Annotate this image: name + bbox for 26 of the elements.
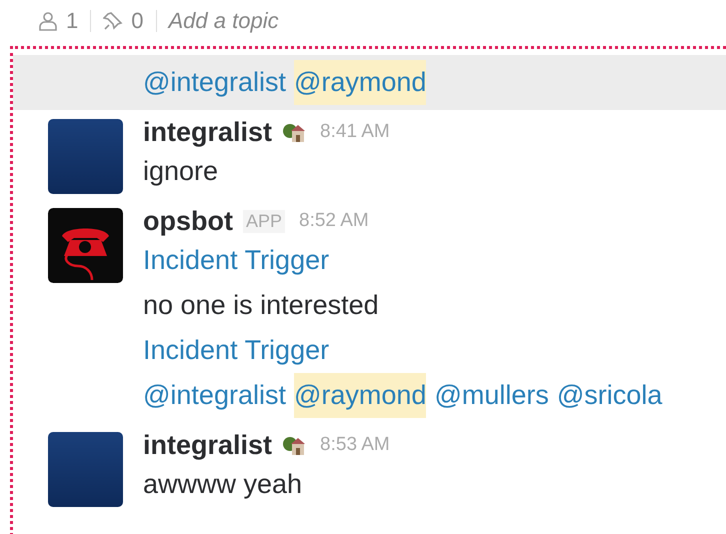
member-icon	[38, 11, 58, 31]
member-count[interactable]: 1	[66, 8, 78, 34]
timestamp[interactable]: 8:53 AM	[320, 434, 390, 456]
user-mention[interactable]: @mullers	[434, 373, 549, 418]
avatar-photo-placeholder[interactable]	[48, 432, 123, 507]
app-badge: APP	[242, 210, 286, 232]
timestamp[interactable]: 8:52 AM	[299, 210, 369, 232]
user-mention[interactable]: @raymond	[294, 373, 426, 418]
message-text: no one is interested	[143, 289, 379, 322]
author-name[interactable]: integralist	[143, 430, 272, 460]
incident-link[interactable]: Incident Trigger	[143, 328, 330, 373]
user-mention[interactable]: @sricola	[556, 373, 662, 418]
incident-link[interactable]: Incident Trigger	[143, 238, 330, 283]
pin-count[interactable]: 0	[131, 8, 144, 34]
user-mention[interactable]: @integralist	[143, 373, 286, 418]
avatar-photo-placeholder[interactable]	[48, 119, 123, 194]
message-text: ignore	[143, 155, 218, 188]
add-topic-link[interactable]: Add a topic	[168, 8, 279, 34]
message-text: awwww yeah	[143, 468, 302, 501]
pin-icon	[103, 11, 124, 31]
user-mention[interactable]: @integralist	[143, 60, 286, 105]
author-name[interactable]: opsbot	[143, 206, 233, 236]
author-name[interactable]: integralist	[143, 116, 272, 148]
user-mention[interactable]: @raymond	[294, 60, 426, 105]
bot-avatar-icon[interactable]	[48, 208, 123, 283]
timestamp[interactable]: 8:41 AM	[320, 121, 390, 143]
